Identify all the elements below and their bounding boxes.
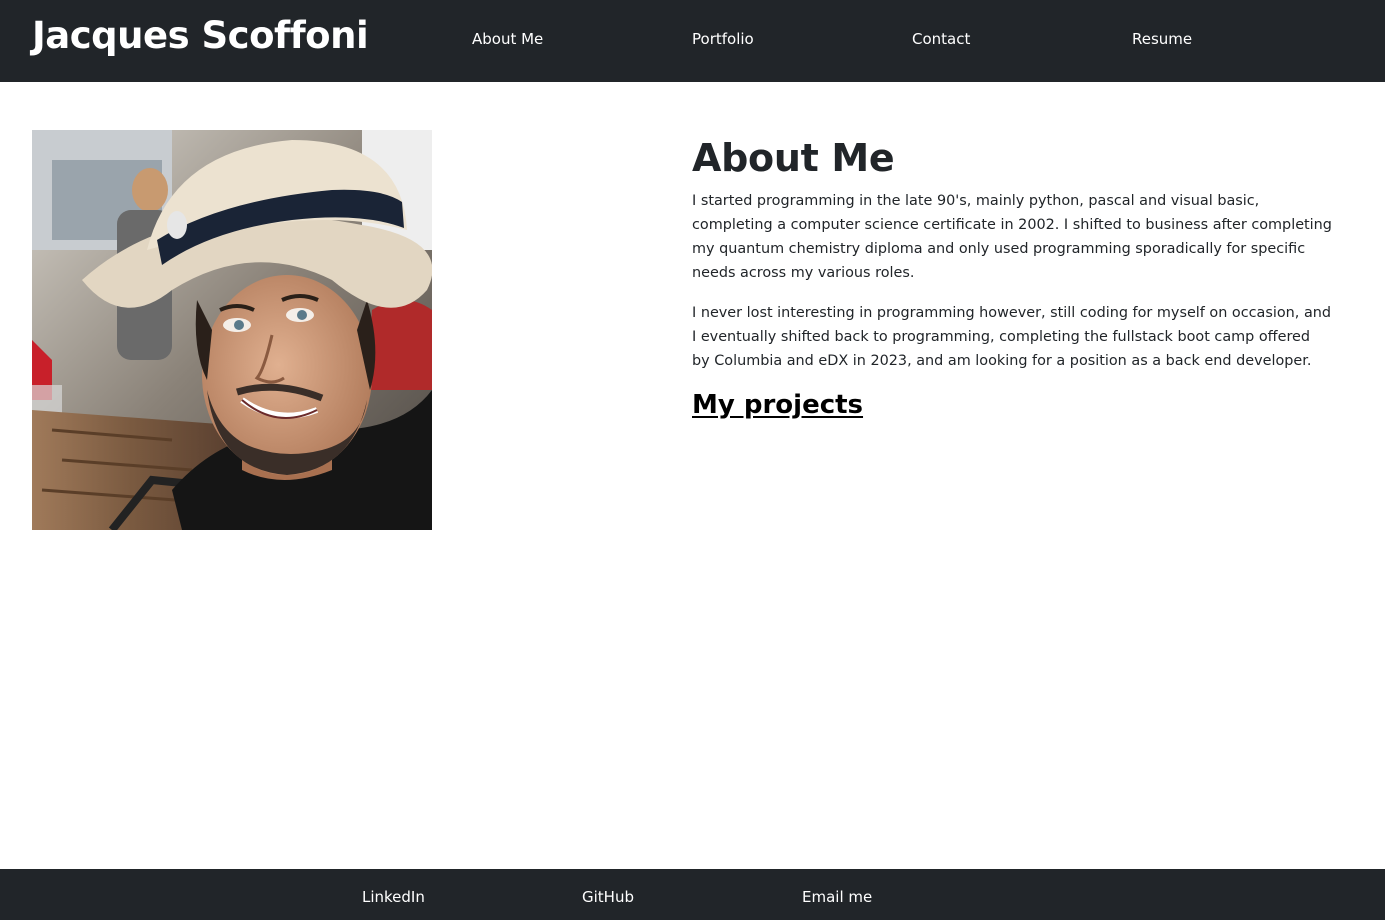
site-title[interactable]: Jacques Scoffoni [32, 13, 369, 59]
about-paragraph-2: I never lost interesting in programming … [692, 305, 1332, 369]
nav-resume[interactable]: Resume [1132, 29, 1192, 49]
nav-portfolio[interactable]: Portfolio [692, 29, 754, 49]
footer-github-link[interactable]: GitHub [582, 887, 634, 907]
site-footer: LinkedIn GitHub Email me [0, 869, 1385, 920]
about-heading: About Me [692, 136, 895, 180]
about-section: About Me I started programming in the la… [692, 130, 1332, 423]
nav-about-me[interactable]: About Me [472, 29, 543, 49]
footer-linkedin-link[interactable]: LinkedIn [362, 887, 425, 907]
footer-email-link[interactable]: Email me [802, 887, 872, 907]
site-header: Jacques Scoffoni About Me Portfolio Cont… [0, 0, 1385, 82]
about-paragraph-1: I started programming in the late 90's, … [692, 193, 1332, 281]
profile-photo [32, 130, 432, 530]
nav-contact[interactable]: Contact [912, 29, 970, 49]
my-projects-link[interactable]: My projects [692, 387, 863, 423]
